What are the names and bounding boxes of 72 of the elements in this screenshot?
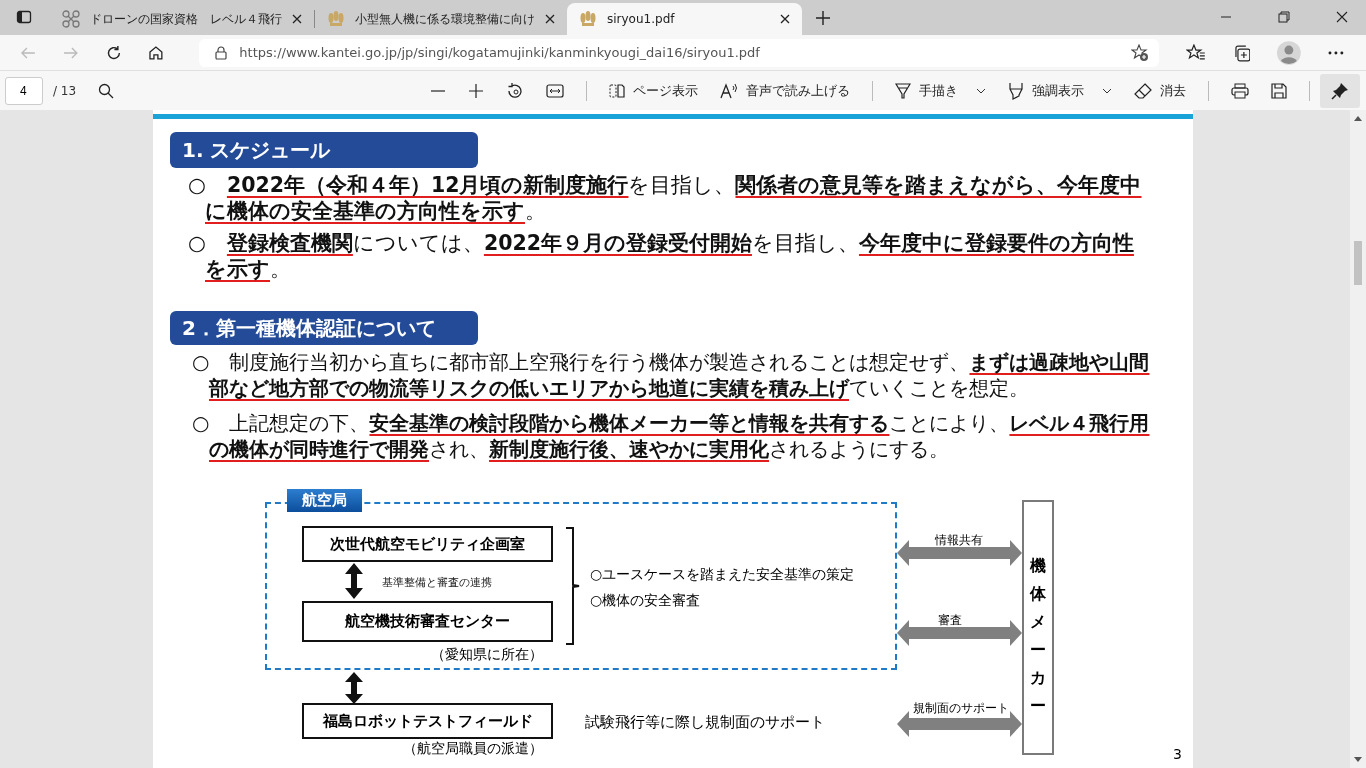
- arrow-label: 情報共有: [935, 532, 983, 549]
- toolbar-button[interactable]: ページ表示: [609, 81, 698, 100]
- page-number-field[interactable]: 4: [5, 76, 43, 105]
- emblem-icon: [327, 11, 345, 27]
- dispatch-note: （航空局職員の派遣）: [403, 740, 543, 758]
- toolbar-button[interactable]: 消去: [1134, 81, 1186, 100]
- org-box: 航空機技術審査センター: [302, 601, 553, 642]
- read-aloud-icon: [720, 82, 738, 99]
- close-window-icon[interactable]: [1336, 11, 1348, 23]
- role-text: 試験飛行等に際し規制面のサポート: [585, 713, 825, 732]
- arrow-label: 審査: [938, 612, 962, 629]
- arrow-label: 規制面のサポート: [913, 700, 1009, 717]
- tab-actions-icon[interactable]: [16, 9, 32, 25]
- more-icon[interactable]: [1328, 50, 1344, 55]
- save-icon[interactable]: [1271, 82, 1287, 99]
- role-text: ○ユースケースを踏まえた安全基準の策定: [590, 566, 855, 584]
- pen-icon: [895, 81, 911, 100]
- org-box: 次世代航空モビリティ企画室: [302, 526, 553, 562]
- org-box: 福島ロボットテストフィールド: [302, 703, 553, 739]
- zoom-in-icon[interactable]: [468, 82, 484, 99]
- refresh-icon[interactable]: [105, 44, 122, 61]
- brace-icon: [565, 527, 581, 645]
- home-icon[interactable]: [148, 44, 165, 61]
- chevron-down-icon: [1102, 87, 1112, 94]
- location-note: （愛知県に所在）: [431, 646, 543, 664]
- profile-avatar-icon[interactable]: [1277, 40, 1302, 65]
- scrollbar[interactable]: [1350, 110, 1366, 768]
- fit-width-icon[interactable]: [546, 83, 564, 98]
- eraser-icon: [1134, 81, 1152, 100]
- highlighter-icon: [1008, 81, 1024, 100]
- page-view-icon: [609, 82, 625, 99]
- rotate-icon[interactable]: [506, 81, 524, 100]
- section-heading: 1. スケジュール: [170, 132, 478, 168]
- bullet-paragraph: ○ 登録検査機関については、2022年９月の登録受付開始を目指し、今年度中に登録要件の方向性を示す。: [188, 230, 1135, 282]
- pin-toolbar-button[interactable]: [1320, 73, 1360, 108]
- role-text: ○機体の安全審査: [590, 592, 701, 610]
- lock-icon: [215, 45, 228, 60]
- page-number: 3: [1173, 746, 1182, 762]
- bullet-paragraph: ○ 2022年（令和４年）12月頃の新制度施行を目指し、関係者の意見等を踏まえながら、今年度中に機体の安全基準の方向性を示す。: [188, 172, 1143, 224]
- toolbar-button[interactable]: 強調表示: [1008, 81, 1112, 100]
- double-arrow-icon: [344, 672, 364, 704]
- emblem-icon: [579, 11, 597, 27]
- print-icon[interactable]: [1231, 82, 1249, 99]
- maker-label: 機体メーカー: [1030, 555, 1046, 717]
- close-icon[interactable]: [292, 14, 302, 24]
- page-count: / 13: [53, 83, 77, 98]
- scroll-thumb[interactable]: [1354, 241, 1362, 285]
- restore-icon[interactable]: [1278, 11, 1290, 23]
- browser-tab[interactable]: ドローンの国家資格 レベル４飛行: [50, 3, 314, 35]
- toolbar-button[interactable]: 音声で読み上げる: [720, 81, 850, 100]
- bullet-paragraph: ○ 制度施行当初から直ちに都市部上空飛行を行う機体が製造されることは想定せず、まずは過疎地や山間部など地方部での物流等リスクの低いエリアから地道に実績を積み上げていくことを想定。: [192, 349, 1151, 401]
- address-field[interactable]: https://www.kantei.go.jp/jp/singi/kogatamujinki/kanminkyougi_dai16/siryou1.pdf: [199, 38, 1159, 67]
- close-icon[interactable]: [780, 14, 790, 24]
- browser-tab[interactable]: 小型無人機に係る環境整備に向け: [315, 3, 567, 35]
- section-heading: 2．第一種機体認証について: [170, 311, 478, 345]
- browser-tab[interactable]: siryou1.pdf: [567, 3, 802, 35]
- bullet-paragraph: ○ 上記想定の下、安全基準の検討段階から機体メーカー等と情報を共有することにより、レベル４飛行用の機体が同時進行で開発され、新制度施行後、速やかに実用化されるようにする。: [192, 410, 1151, 462]
- scroll-up-icon[interactable]: [1354, 116, 1362, 121]
- search-icon[interactable]: [98, 82, 115, 99]
- new-tab-icon[interactable]: [816, 11, 830, 25]
- group-label: 航空局: [287, 489, 362, 512]
- collections-icon[interactable]: [1232, 43, 1251, 62]
- favorites-icon[interactable]: [1185, 43, 1206, 62]
- pin-icon: [1331, 81, 1349, 100]
- chevron-down-icon: [976, 87, 986, 94]
- drone-icon: [62, 10, 80, 28]
- link-label: 基準整備と審査の連携: [382, 575, 492, 590]
- toolbar-button[interactable]: 手描き: [895, 81, 986, 100]
- scroll-down-icon[interactable]: [1354, 757, 1362, 762]
- double-arrow-icon: [344, 563, 364, 599]
- add-favorite-icon[interactable]: [1130, 43, 1149, 62]
- close-icon[interactable]: [545, 14, 555, 24]
